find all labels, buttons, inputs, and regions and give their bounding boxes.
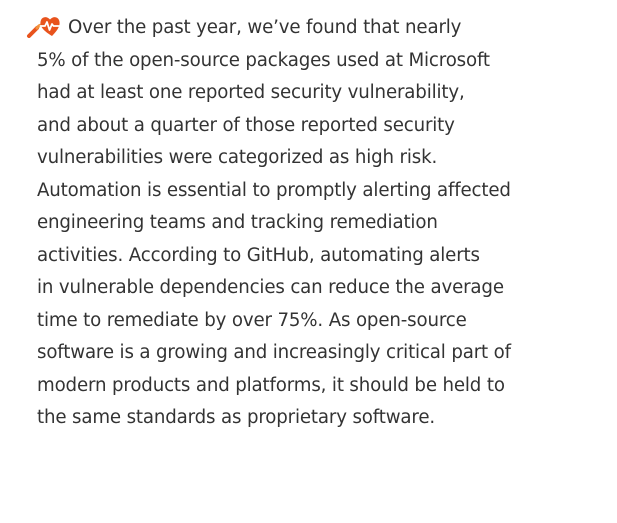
paragraph-line: time to remediate by over 75%. As open-s… bbox=[37, 309, 467, 331]
paragraph-line: modern products and platforms, it should… bbox=[37, 374, 505, 396]
paragraph: Over the past year, we’ve found that nea… bbox=[27, 12, 597, 435]
paragraph-line: Automation is essential to promptly aler… bbox=[37, 179, 511, 201]
paragraph-line: vulnerabilities were categorized as high… bbox=[37, 147, 438, 168]
paragraph-line: in vulnerable dependencies can reduce th… bbox=[37, 277, 504, 298]
paragraph-line: software is a growing and increasingly c… bbox=[37, 342, 511, 363]
paragraph-line: 5% of the open-source packages used at M… bbox=[37, 49, 490, 71]
paragraph-line: engineering teams and tracking remediati… bbox=[37, 212, 438, 233]
paragraph-line: had at least one reported security vulne… bbox=[37, 82, 465, 103]
paragraph-line: Over the past year, we’ve found that nea… bbox=[27, 12, 597, 45]
paragraph-line: and about a quarter of those reported se… bbox=[37, 114, 455, 136]
paragraph-line-text: Over the past year, we’ve found that nea… bbox=[68, 17, 462, 38]
stethoscope-heartbeat-icon bbox=[26, 12, 64, 38]
paragraph-line: the same standards as proprietary softwa… bbox=[37, 407, 436, 428]
paragraph-line: activities. According to GitHub, automat… bbox=[37, 244, 480, 266]
